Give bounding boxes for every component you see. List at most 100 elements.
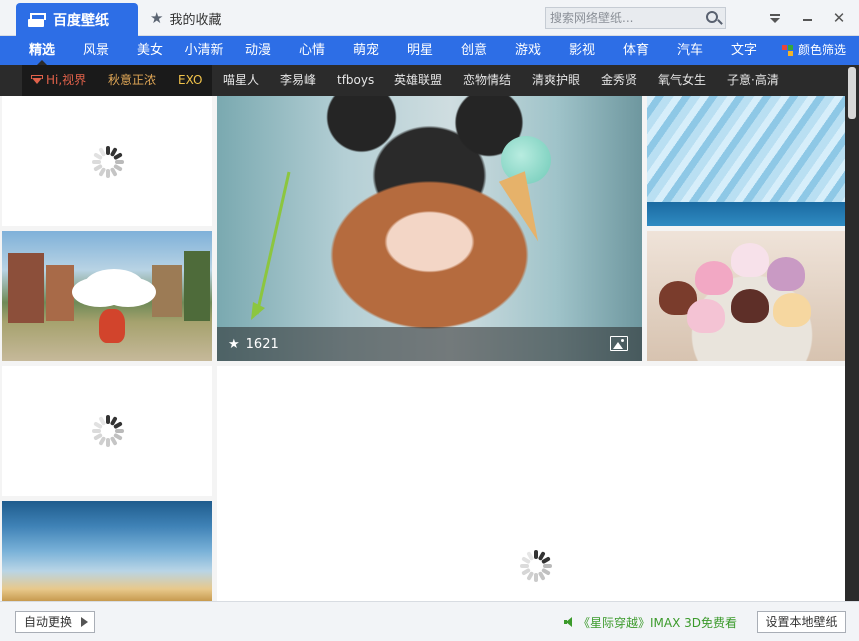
- loading-spinner-icon: [92, 415, 124, 447]
- tag-fetish[interactable]: 恋物情结: [463, 65, 511, 96]
- tag-cats[interactable]: 喵星人: [223, 65, 259, 96]
- tab-baidu-wallpaper[interactable]: 百度壁纸: [16, 3, 138, 36]
- tag-label: EXO: [178, 73, 203, 87]
- close-icon: ✕: [832, 9, 846, 27]
- spinner-segment: [543, 564, 552, 568]
- speaker-icon: [564, 617, 574, 627]
- category-sports[interactable]: 体育: [612, 36, 660, 65]
- search-input[interactable]: [546, 8, 696, 28]
- cupcake-shape: [731, 289, 769, 323]
- favorite-star-icon[interactable]: ★: [228, 337, 240, 352]
- wallpaper-app-icon: [28, 12, 46, 27]
- category-games[interactable]: 游戏: [504, 36, 552, 65]
- category-creative[interactable]: 创意: [450, 36, 498, 65]
- tag-tfboys[interactable]: tfboys: [337, 65, 374, 96]
- tag-hi-shijie[interactable]: Hi,视界: [22, 65, 96, 96]
- tag-exo[interactable]: EXO: [168, 65, 212, 96]
- house-shape: [8, 253, 44, 323]
- tag-ziyi-hd[interactable]: 子意·高清: [727, 65, 779, 96]
- wallpaper-tile-loading[interactable]: [2, 96, 212, 226]
- menu-bar-icon: [770, 14, 780, 16]
- auto-change-button[interactable]: 自动更换: [15, 611, 95, 633]
- close-button[interactable]: ✕: [829, 8, 849, 28]
- tag-label: 子意·高清: [727, 73, 779, 87]
- category-text[interactable]: 文字: [720, 36, 768, 65]
- scrollbar[interactable]: [845, 65, 859, 601]
- promo-link[interactable]: 《星际穿越》IMAX 3D免费看: [564, 613, 737, 631]
- wallpaper-tile-cartoon-village[interactable]: [2, 231, 212, 361]
- color-grid-icon: [782, 44, 794, 57]
- category-nav: 精选 风景 美女 小清新 动漫 心情 萌宠 明星 创意 游戏 影视 体育 汽车 …: [0, 36, 859, 65]
- spinner-segment: [115, 160, 124, 164]
- color-filter-label: 颜色筛选: [798, 43, 847, 57]
- spinner-segment: [92, 160, 101, 164]
- house-shape: [46, 265, 74, 321]
- wallpaper-tile-cupcakes[interactable]: [647, 231, 845, 361]
- tag-label: 英雄联盟: [394, 73, 443, 87]
- tag-li-yifeng[interactable]: 李易峰: [280, 65, 316, 96]
- diamond-icon: [30, 75, 43, 85]
- category-scenery[interactable]: 风景: [72, 36, 120, 65]
- cupcake-shape: [767, 257, 805, 291]
- tag-label: 秋意正浓: [108, 73, 157, 87]
- spinner-segment: [520, 564, 529, 568]
- tag-eye-care[interactable]: 清爽护眼: [532, 65, 580, 96]
- title-bar: 百度壁纸 ★ 我的收藏 ✕: [0, 0, 859, 36]
- cupcake-shape: [731, 243, 769, 277]
- tag-label: 氧气女生: [658, 73, 707, 87]
- loading-spinner-icon: [520, 550, 552, 582]
- set-local-wallpaper-button[interactable]: 设置本地壁纸: [757, 611, 846, 633]
- tag-label: 恋物情结: [463, 73, 512, 87]
- category-featured[interactable]: 精选: [18, 36, 66, 65]
- wallpaper-tile-featured[interactable]: ★ 1621: [217, 96, 642, 361]
- tag-lol[interactable]: 英雄联盟: [394, 65, 442, 96]
- tag-label: 李易峰: [280, 73, 317, 87]
- set-wallpaper-picture-icon[interactable]: [610, 336, 628, 351]
- wallpaper-grid: ★ 1621: [0, 96, 845, 601]
- bottom-bar: 自动更换 《星际穿越》IMAX 3D免费看 设置本地壁纸: [0, 601, 859, 641]
- cupcake-shape: [695, 261, 733, 295]
- spinner-segment: [534, 573, 538, 582]
- category-stars[interactable]: 明星: [396, 36, 444, 65]
- tag-oxygen-girl[interactable]: 氧气女生: [658, 65, 706, 96]
- tag-bar: Hi,视界 秋意正浓 EXO 喵星人 李易峰 tfboys 英雄联盟 恋物情结 …: [0, 65, 845, 96]
- spinner-segment: [92, 429, 101, 433]
- tab-my-favorites[interactable]: ★ 我的收藏: [150, 8, 221, 28]
- wallpaper-info-overlay: ★ 1621: [217, 327, 642, 361]
- wallpaper-tile-ice[interactable]: [647, 96, 845, 226]
- house-shape: [152, 265, 182, 317]
- tag-label: Hi,视界: [46, 73, 87, 87]
- tag-label: 清爽护眼: [532, 73, 581, 87]
- color-filter-button[interactable]: 颜色筛选: [782, 36, 846, 65]
- scrollbar-thumb[interactable]: [848, 67, 856, 119]
- tag-label: tfboys: [337, 73, 375, 87]
- wallpaper-tile-loading-large[interactable]: [217, 366, 845, 601]
- loading-spinner-icon: [92, 146, 124, 178]
- star-icon: ★: [150, 9, 164, 27]
- play-icon: [81, 617, 88, 627]
- tag-kim-soohyun[interactable]: 金秀贤: [601, 65, 637, 96]
- tag-qiuyi[interactable]: 秋意正浓: [96, 65, 168, 96]
- minimize-button[interactable]: [797, 8, 817, 28]
- spinner-segment: [106, 169, 110, 178]
- wallpaper-tile-sky[interactable]: [2, 501, 212, 601]
- search-box: [545, 7, 726, 29]
- category-beauty[interactable]: 美女: [126, 36, 174, 65]
- arrow-annotation: [251, 171, 291, 320]
- search-icon[interactable]: [706, 11, 718, 23]
- category-movies[interactable]: 影视: [558, 36, 606, 65]
- category-cars[interactable]: 汽车: [666, 36, 714, 65]
- wallpaper-tile-loading[interactable]: [2, 366, 212, 496]
- tag-label: 喵星人: [223, 73, 260, 87]
- category-pets[interactable]: 萌宠: [342, 36, 390, 65]
- category-fresh[interactable]: 小清新: [180, 36, 228, 65]
- category-anime[interactable]: 动漫: [234, 36, 282, 65]
- menu-dropdown-button[interactable]: [765, 8, 785, 28]
- tree-shape: [184, 251, 210, 321]
- promo-text: 《星际穿越》IMAX 3D免费看: [578, 615, 738, 630]
- fox-character-shape: [99, 309, 125, 343]
- favorite-count: 1621: [245, 336, 279, 352]
- cupcake-shape: [687, 299, 725, 333]
- category-mood[interactable]: 心情: [288, 36, 336, 65]
- auto-change-label: 自动更换: [24, 615, 73, 629]
